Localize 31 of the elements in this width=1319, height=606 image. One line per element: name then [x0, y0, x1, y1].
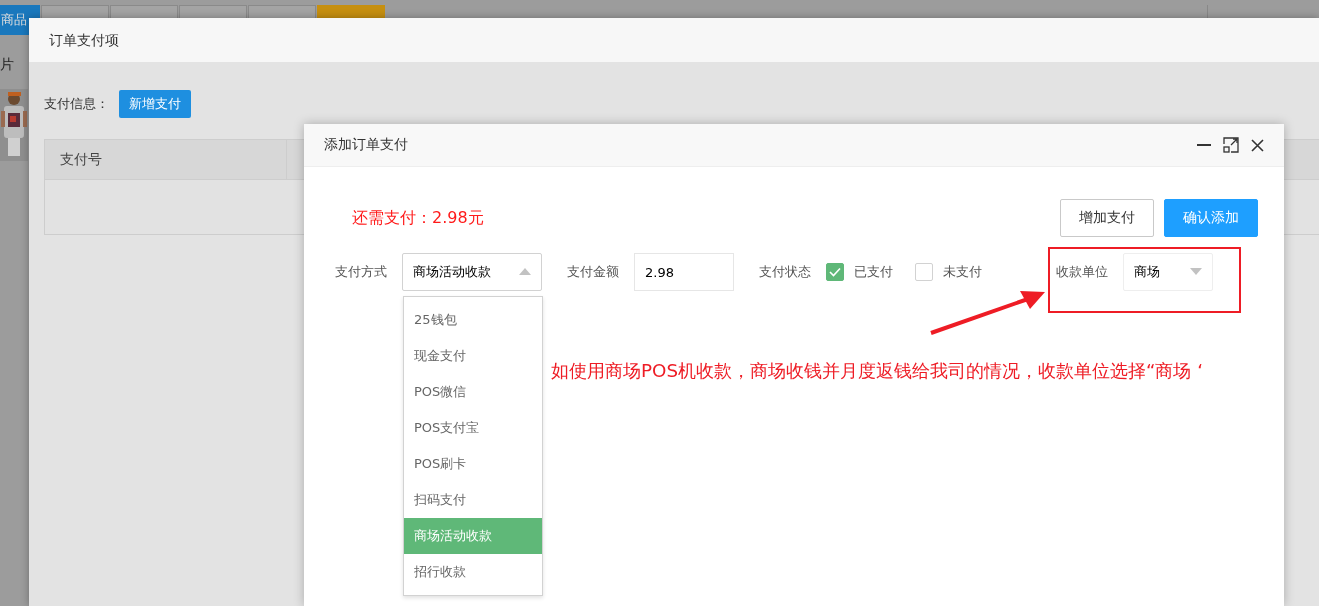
dialog-title: 订单支付项	[29, 18, 1319, 62]
caret-up-icon	[519, 268, 531, 275]
amount-field[interactable]: 2.98	[634, 253, 734, 291]
add-payment-button[interactable]: 新增支付	[119, 90, 191, 118]
dropdown-option[interactable]: POS微信	[404, 374, 542, 410]
field-label: 收款单位	[1056, 263, 1108, 281]
checkbox[interactable]	[915, 263, 933, 281]
maximize-icon[interactable]	[1223, 137, 1239, 153]
column-label: 片	[0, 56, 14, 74]
checkbox[interactable]	[826, 263, 844, 281]
check-icon	[829, 267, 841, 277]
caret-down-icon	[1190, 268, 1202, 275]
dropdown-option[interactable]: 25钱包	[404, 302, 542, 338]
dropdown-option[interactable]: POS刷卡	[404, 446, 542, 482]
column-header: 支付号	[45, 140, 287, 179]
field-label: 支付状态	[759, 263, 811, 281]
dropdown-option[interactable]: POS支付宝	[404, 410, 542, 446]
checkbox-label: 未支付	[943, 263, 982, 281]
payee-select[interactable]: 商场	[1123, 253, 1213, 291]
dialog-button[interactable]: 增加支付	[1060, 199, 1154, 237]
dropdown-option[interactable]: 扫码支付	[404, 482, 542, 518]
dropdown-option[interactable]: 现金支付	[404, 338, 542, 374]
field-label: 支付金额	[567, 263, 619, 281]
dialog-title: 添加订单支付	[324, 136, 409, 154]
payment-info-label: 支付信息：	[44, 95, 109, 113]
field-label: 支付方式	[335, 263, 387, 281]
close-icon[interactable]	[1251, 138, 1264, 152]
checkbox-label: 已支付	[854, 263, 893, 281]
dropdown-option[interactable]: 招行收款	[404, 554, 542, 590]
annotation-text: 如使用商场POS机收款，商场收钱并月度返钱给我司的情况，收款单位选择“商场 ‘	[551, 359, 1204, 383]
remaining-amount: 还需支付：2.98元	[352, 207, 485, 229]
